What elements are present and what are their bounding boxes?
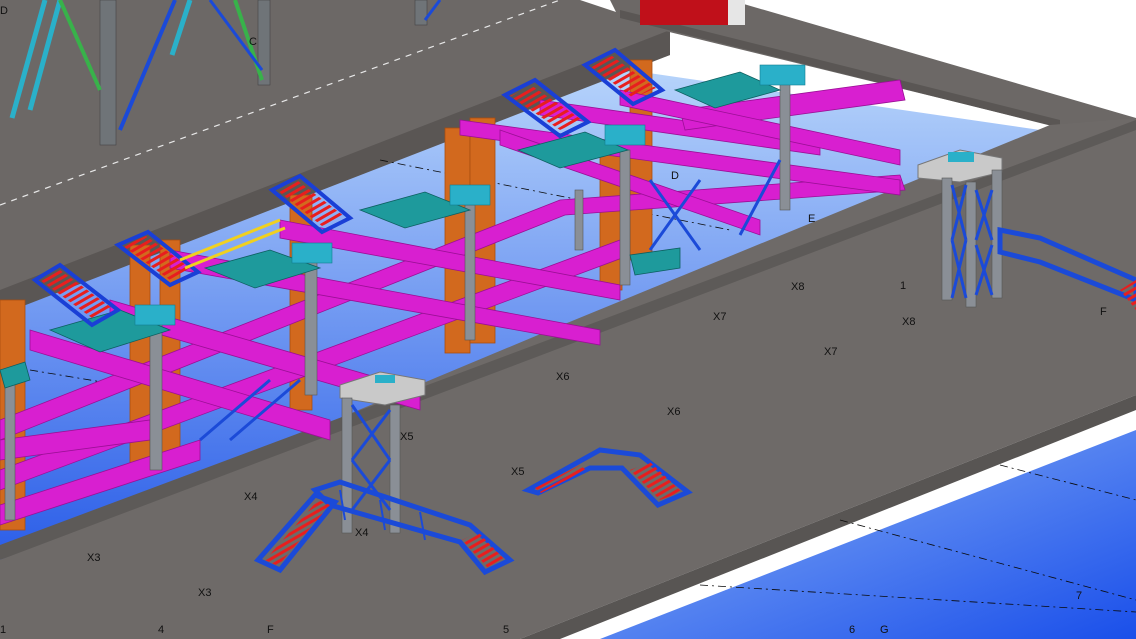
model-viewport[interactable]: C D E F 1 X8 X8 X7 X7 X6 X6 X5 X5 X4 X4 … bbox=[0, 0, 1136, 639]
grid-label-C: C bbox=[249, 36, 257, 48]
grid-label-6-bottom: 6 bbox=[849, 624, 856, 636]
grid-label-X4-b: X4 bbox=[355, 527, 369, 539]
parapet-side bbox=[728, 0, 745, 25]
grid-label-1-bottom: 1 bbox=[0, 624, 7, 636]
grid-label-X7: X7 bbox=[713, 311, 727, 323]
grid-label-X4: X4 bbox=[244, 491, 258, 503]
grid-label-F-bottom: F bbox=[267, 624, 274, 636]
grid-label-X5-b: X5 bbox=[511, 466, 525, 478]
grid-label-5-bottom: 5 bbox=[503, 624, 510, 636]
grid-label-F-right: F bbox=[1100, 306, 1107, 318]
grid-label-D: D bbox=[671, 170, 679, 182]
grid-label-7-right: 7 bbox=[1076, 590, 1083, 602]
grid-label-X6: X6 bbox=[556, 371, 570, 383]
grid-label-X6-b: X6 bbox=[667, 406, 681, 418]
grid-label-X3-b: X3 bbox=[198, 587, 212, 599]
grid-label-X8: X8 bbox=[791, 281, 805, 293]
grid-label-X7-b: X7 bbox=[824, 346, 838, 358]
red-parapet bbox=[640, 0, 728, 25]
grid-label-1-right: 1 bbox=[900, 280, 907, 292]
grid-label-D-topleft: D bbox=[0, 5, 8, 17]
grid-label-G-bottom: G bbox=[880, 624, 889, 636]
grid-label-X5: X5 bbox=[400, 431, 414, 443]
grid-label-X3: X3 bbox=[87, 552, 101, 564]
grid-label-4-bottom: 4 bbox=[158, 624, 165, 636]
grid-label-E: E bbox=[808, 213, 816, 225]
grid-label-X8-b: X8 bbox=[902, 316, 916, 328]
3d-model-scene[interactable] bbox=[0, 0, 1136, 639]
